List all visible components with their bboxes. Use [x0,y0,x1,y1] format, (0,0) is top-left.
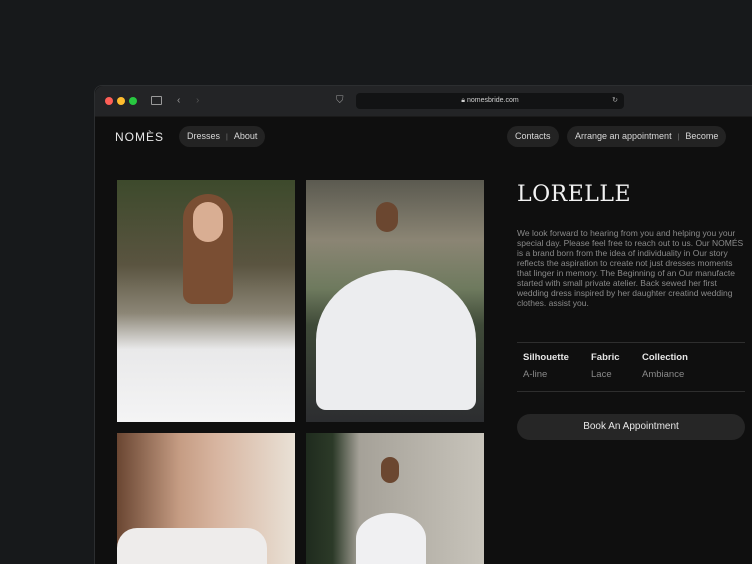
browser-toolbar: ‹ › ⛉ 🔒︎ nomesbride.com ↻ [95,86,752,117]
right-nav: Arrange an appointment | Become [567,126,727,147]
minimize-window-button[interactable] [117,97,125,105]
nav-arrange-appointment[interactable]: Arrange an appointment [575,131,672,141]
nav-about[interactable]: About [234,131,258,141]
spec-silhouette: Silhouette A-line [523,352,569,380]
browser-window: ‹ › ⛉ 🔒︎ nomesbride.com ↻ NOMÈS Dresses | A… [94,85,752,564]
product-title: LORELLE [517,182,632,207]
spec-fabric: Fabric Lace [591,352,620,380]
reload-icon[interactable]: ↻ [612,93,618,109]
nav-contacts[interactable]: Contacts [507,126,559,147]
nav-dresses[interactable]: Dresses [187,131,220,141]
site-logo[interactable]: NOMÈS [115,130,164,144]
maximize-window-button[interactable] [129,97,137,105]
back-icon[interactable]: ‹ [177,96,180,106]
divider [517,391,745,392]
lock-icon: 🔒︎ [461,97,466,104]
product-description: We look forward to hearing from you and … [517,228,744,308]
address-bar[interactable]: 🔒︎ nomesbride.com ↻ [356,93,624,109]
book-appointment-button[interactable]: Book An Appointment [517,414,745,440]
nav-become[interactable]: Become [685,131,718,141]
forward-icon[interactable]: › [196,96,199,106]
sidebar-icon[interactable] [151,96,162,105]
close-window-button[interactable] [105,97,113,105]
dress-photo-1[interactable] [117,180,295,422]
spec-collection: Collection Ambiance [642,352,688,380]
dress-photo-3[interactable] [117,433,295,564]
divider [517,342,745,343]
main-nav: Dresses | About [179,126,266,147]
shield-icon[interactable]: ⛉ [336,96,344,106]
dress-photo-4[interactable] [306,433,484,564]
dress-photo-2[interactable] [306,180,484,422]
